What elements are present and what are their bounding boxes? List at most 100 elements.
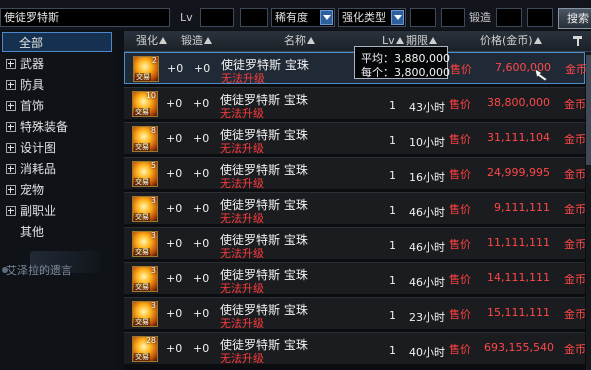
- row-forge: +0: [193, 97, 210, 110]
- sort-triangle-icon: [307, 37, 315, 44]
- hammer-icon[interactable]: [572, 34, 584, 54]
- item-level-badge: 3: [150, 266, 156, 275]
- row-level: 1: [389, 204, 396, 217]
- chevron-down-icon[interactable]: [320, 10, 333, 25]
- row-enhance: +0: [166, 167, 183, 180]
- item-icon[interactable]: 10 交易: [132, 91, 158, 117]
- category-label: 消耗品: [20, 162, 57, 176]
- row-currency: 金币: [564, 273, 586, 286]
- enhance-type-dropdown-value: 强化类型: [342, 11, 386, 24]
- trade-tag: 交易: [134, 178, 150, 186]
- enhance-max-input[interactable]: [441, 8, 465, 27]
- sort-triangle-icon: [204, 37, 212, 44]
- column-price[interactable]: 价格(金币): [480, 31, 542, 51]
- column-forge[interactable]: 锻造: [181, 31, 212, 51]
- row-status: 售价: [449, 133, 471, 146]
- column-name[interactable]: 名称: [284, 31, 315, 51]
- scrollbar-thumb[interactable]: [586, 55, 591, 165]
- trade-tag: 交易: [134, 353, 150, 361]
- category-armor[interactable]: 防具: [2, 75, 112, 95]
- expand-icon[interactable]: [6, 59, 16, 69]
- item-icon[interactable]: 3 交易: [132, 266, 158, 292]
- forge-max-input[interactable]: [527, 8, 553, 27]
- category-blueprint[interactable]: 设计图: [2, 138, 112, 158]
- table-row[interactable]: 3 交易 +0 +0 使徒罗特斯 宝珠 无法升级 1 46小时 售价 9,111,111 金币: [124, 192, 586, 225]
- row-level: 1: [389, 344, 396, 357]
- table-row[interactable]: 5 交易 +0 +0 使徒罗特斯 宝珠 无法升级 1 16小时 售价 24,999,995 金币: [124, 157, 586, 190]
- category-special-equipment[interactable]: 特殊装备: [2, 117, 112, 137]
- forge-min-input[interactable]: [496, 8, 522, 27]
- row-upgrade-note: 无法升级: [220, 107, 264, 120]
- expand-icon[interactable]: [6, 101, 16, 111]
- category-consumable[interactable]: 消耗品: [2, 159, 112, 179]
- search-bar: 使徒罗特斯 Lv 稀有度 强化类型 锻造 搜索: [0, 0, 591, 30]
- category-other[interactable]: 其他: [2, 222, 112, 242]
- category-all[interactable]: 全部: [2, 32, 112, 52]
- item-icon[interactable]: 8 交易: [132, 126, 158, 152]
- category-label: 防具: [20, 78, 45, 92]
- table-row[interactable]: 28 交易 +0 +0 使徒罗特斯 宝珠 无法升级 1 40小时 售价 693,155,540 金币: [124, 332, 586, 365]
- trade-tag: 交易: [134, 108, 150, 116]
- trade-tag: 交易: [134, 283, 150, 291]
- row-period: 23小时: [409, 311, 445, 324]
- row-price: 31,111,104: [487, 131, 550, 144]
- table-row[interactable]: 3 交易 +0 +0 使徒罗特斯 宝珠 无法升级 1 46小时 售价 11,111,111 金币: [124, 227, 586, 260]
- table-row[interactable]: 3 交易 +0 +0 使徒罗特斯 宝珠 无法升级 1 46小时 售价 14,111,111 金币: [124, 262, 586, 295]
- row-period: 43小时: [409, 101, 445, 114]
- search-button[interactable]: 搜索: [558, 8, 591, 29]
- item-name-input[interactable]: 使徒罗特斯: [0, 8, 170, 27]
- row-period: 46小时: [409, 241, 445, 254]
- enhance-type-dropdown[interactable]: 强化类型: [338, 8, 406, 27]
- row-level: 1: [389, 134, 396, 147]
- item-icon[interactable]: 3 交易: [132, 231, 158, 257]
- expand-icon[interactable]: [6, 185, 16, 195]
- row-forge: +0: [193, 202, 210, 215]
- table-row[interactable]: 10 交易 +0 +0 使徒罗特斯 宝珠 无法升级 1 43小时 售价 38,800,000 金币: [124, 87, 586, 120]
- category-label: 宠物: [20, 183, 45, 197]
- level-min-input[interactable]: [200, 8, 234, 27]
- item-icon[interactable]: 28 交易: [132, 336, 158, 362]
- trade-tag: 交易: [134, 143, 150, 151]
- enhance-min-input[interactable]: [410, 8, 436, 27]
- item-level-badge: 5: [150, 161, 156, 170]
- expand-icon[interactable]: [6, 122, 16, 132]
- expand-icon[interactable]: [6, 143, 16, 153]
- row-price: 15,111,111: [487, 306, 550, 319]
- auction-results-table: 强化 锻造 名称 Lv 期限 价格(金币) 2 交易 +0 +0 使徒罗特斯 宝珠 无法升…: [124, 31, 591, 370]
- expand-icon[interactable]: [6, 164, 16, 174]
- level-max-input[interactable]: [240, 8, 268, 27]
- row-level: 1: [389, 309, 396, 322]
- item-icon[interactable]: 3 交易: [132, 301, 158, 327]
- rarity-dropdown[interactable]: 稀有度: [271, 8, 335, 27]
- item-icon[interactable]: 2 交易: [133, 56, 159, 82]
- item-icon[interactable]: 3 交易: [132, 196, 158, 222]
- table-row[interactable]: 8 交易 +0 +0 使徒罗特斯 宝珠 无法升级 1 10小时 售价 31,111,104 金币: [124, 122, 586, 155]
- item-icon[interactable]: 5 交易: [132, 161, 158, 187]
- chevron-down-icon[interactable]: [391, 10, 404, 25]
- row-upgrade-note: 无法升级: [220, 317, 264, 330]
- column-enhance[interactable]: 强化: [136, 31, 167, 51]
- expand-icon[interactable]: [6, 80, 16, 90]
- row-currency: 金币: [564, 98, 586, 111]
- row-price: 693,155,540: [484, 341, 554, 354]
- row-price: 14,111,111: [487, 271, 550, 284]
- row-currency: 金币: [565, 63, 587, 76]
- category-label: 副职业: [20, 204, 57, 218]
- row-level: 1: [389, 99, 396, 112]
- row-enhance: +0: [166, 132, 183, 145]
- row-forge: +0: [193, 167, 210, 180]
- column-enhance-label: 强化: [136, 34, 158, 47]
- category-weapon[interactable]: 武器: [2, 54, 112, 74]
- table-row[interactable]: 3 交易 +0 +0 使徒罗特斯 宝珠 无法升级 1 23小时 售价 15,111,111 金币: [124, 297, 586, 330]
- category-label: 特殊装备: [20, 120, 69, 134]
- category-accessory[interactable]: 首饰: [2, 96, 112, 116]
- row-level: 1: [389, 169, 396, 182]
- expand-icon[interactable]: [6, 206, 16, 216]
- item-level-badge: 2: [151, 56, 157, 65]
- background-text: 艾泽拉的遗言: [6, 264, 72, 277]
- row-period: 46小时: [409, 206, 445, 219]
- category-sub-job[interactable]: 副职业: [2, 201, 112, 221]
- row-enhance: +0: [166, 307, 183, 320]
- category-pet[interactable]: 宠物: [2, 180, 112, 200]
- sort-triangle-icon: [395, 37, 404, 44]
